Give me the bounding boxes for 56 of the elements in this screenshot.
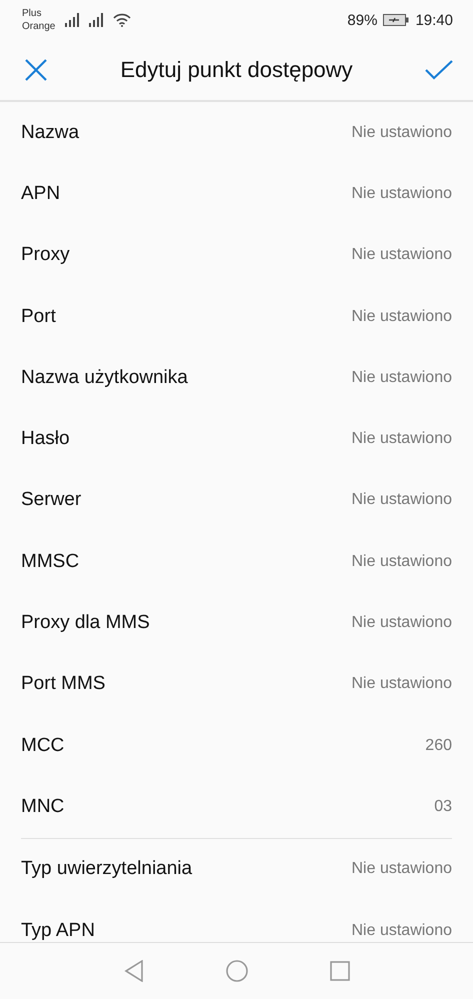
home-icon[interactable] — [226, 960, 248, 982]
row-value: Nie ustawiono — [352, 184, 452, 203]
row-label: Serwer — [21, 489, 82, 512]
settings-row[interactable]: Nazwa użytkownika Nie ustawiono — [21, 347, 452, 408]
carrier-name: Plus — [22, 7, 42, 20]
settings-row[interactable]: MNC 03 — [21, 776, 452, 838]
carrier-name: Orange — [22, 20, 56, 33]
settings-row[interactable]: Port Nie ustawiono — [21, 286, 452, 348]
row-label: Proxy — [21, 244, 70, 266]
row-label: Port — [21, 306, 56, 328]
row-label: Port MMS — [21, 673, 106, 696]
settings-row[interactable]: Typ uwierzytelniania Nie ustawiono — [21, 838, 452, 900]
back-icon[interactable] — [124, 960, 144, 982]
clock: 19:40 — [415, 12, 453, 28]
row-value: Nie ustawiono — [352, 922, 452, 940]
settings-row[interactable]: Proxy dla MMS Nie ustawiono — [21, 592, 452, 654]
settings-row[interactable]: Port MMS Nie ustawiono — [21, 654, 452, 715]
settings-row[interactable]: APN Nie ustawiono — [21, 163, 452, 225]
row-value: 03 — [434, 798, 452, 816]
row-label: MMSC — [21, 550, 80, 573]
screen-title: Edytuj punkt dostępowy — [119, 57, 354, 83]
signal-icon — [65, 13, 82, 27]
row-label: Typ APN — [21, 920, 95, 942]
recents-icon[interactable] — [330, 961, 350, 981]
row-label: Proxy dla MMS — [21, 612, 150, 634]
row-value: 260 — [425, 736, 452, 755]
row-value: Nie ustawiono — [352, 246, 452, 264]
settings-row[interactable]: MCC 260 — [21, 714, 452, 776]
settings-row[interactable]: Proxy Nie ustawiono — [21, 224, 452, 286]
battery-icon — [383, 14, 410, 26]
row-value: Nie ustawiono — [352, 430, 452, 448]
close-icon[interactable] — [24, 58, 48, 82]
row-value: Nie ustawiono — [352, 491, 452, 510]
row-value: Nie ustawiono — [352, 552, 452, 571]
row-value: Nie ustawiono — [352, 860, 452, 878]
row-value: Nie ustawiono — [352, 124, 452, 142]
row-label: Nazwa użytkownika — [21, 366, 188, 389]
checkmark-icon[interactable] — [425, 60, 453, 80]
settings-row[interactable]: Typ APN Nie ustawiono — [21, 900, 452, 942]
row-value: Nie ustawiono — [352, 675, 452, 694]
settings-row[interactable]: MMSC Nie ustawiono — [21, 531, 452, 592]
row-label: MNC — [21, 796, 64, 818]
row-label: Hasło — [21, 428, 70, 450]
row-value: Nie ustawiono — [352, 368, 452, 387]
wifi-icon — [113, 13, 132, 27]
signal-icon — [89, 13, 106, 27]
row-label: APN — [21, 182, 60, 205]
row-label: Typ uwierzytelniania — [21, 858, 192, 880]
settings-row[interactable]: Hasło Nie ustawiono — [21, 408, 452, 470]
settings-row[interactable]: Serwer Nie ustawiono — [21, 470, 452, 532]
row-label: Nazwa — [21, 122, 80, 144]
battery-percent: 89% — [347, 12, 378, 28]
settings-row[interactable]: Nazwa Nie ustawiono — [21, 102, 452, 164]
row-value: Nie ustawiono — [352, 308, 452, 326]
row-label: MCC — [21, 734, 64, 757]
row-value: Nie ustawiono — [352, 614, 452, 632]
